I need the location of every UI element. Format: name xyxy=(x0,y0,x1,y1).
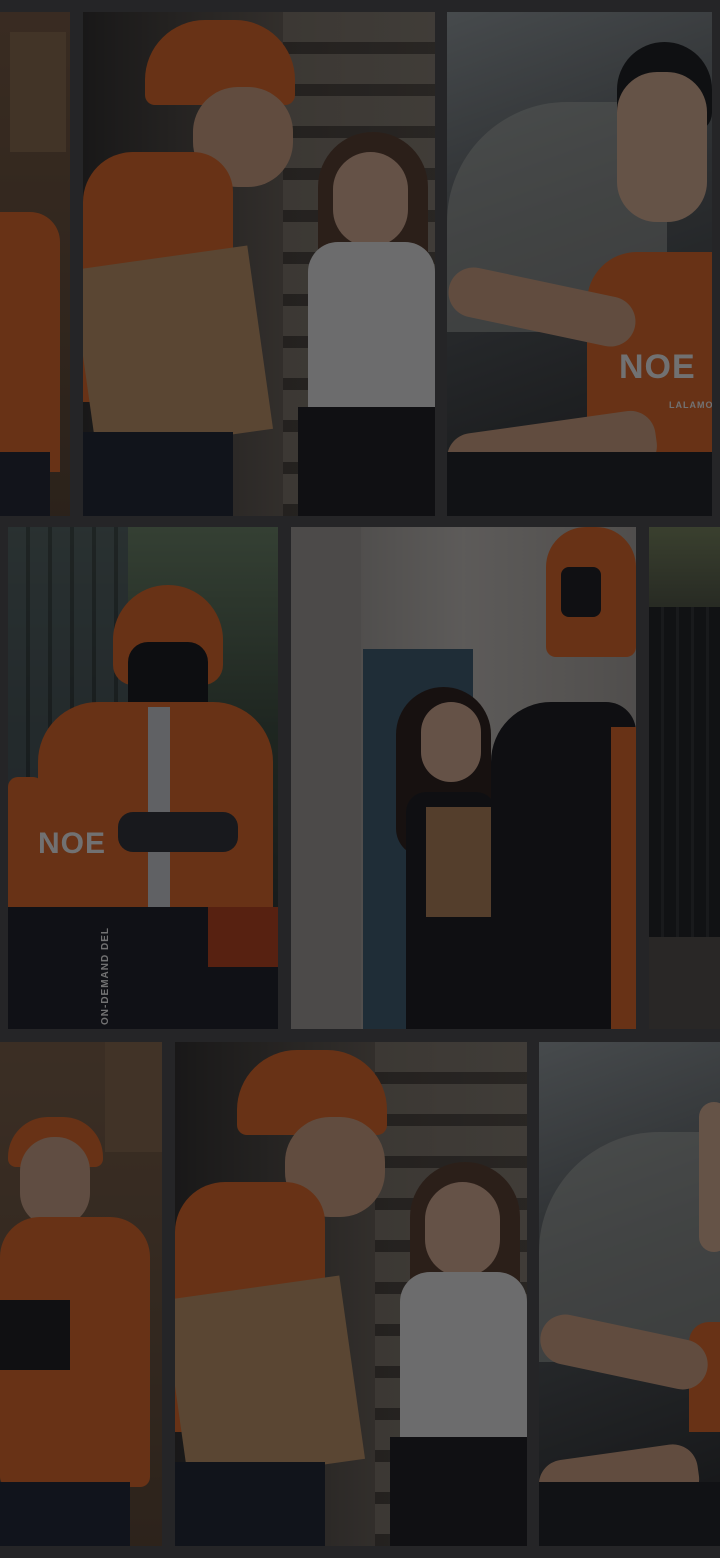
photo-driver-in-car-partial xyxy=(539,1042,720,1546)
photo-street-partial-right xyxy=(649,527,720,1029)
photo-courier-with-clipboard xyxy=(0,1042,162,1546)
photo-driver-in-car: NOE LALAMOVE xyxy=(447,12,712,516)
photo-doorstep-delivery xyxy=(291,527,636,1029)
tshirt-logo: NOE xyxy=(619,348,696,386)
photo-courier-handing-package-2 xyxy=(175,1042,527,1546)
jacket-stripe-text: ON-DEMAND DEL xyxy=(100,927,111,1025)
photo-rider-with-helmet: NOE ON-DEMAND DEL xyxy=(8,527,278,1029)
tshirt-small-brand: LALAMOVE xyxy=(669,400,712,410)
jacket-logo: NOE xyxy=(38,827,107,860)
photo-courier-handing-package xyxy=(83,12,435,516)
photo-courier-partial-left xyxy=(0,12,70,516)
